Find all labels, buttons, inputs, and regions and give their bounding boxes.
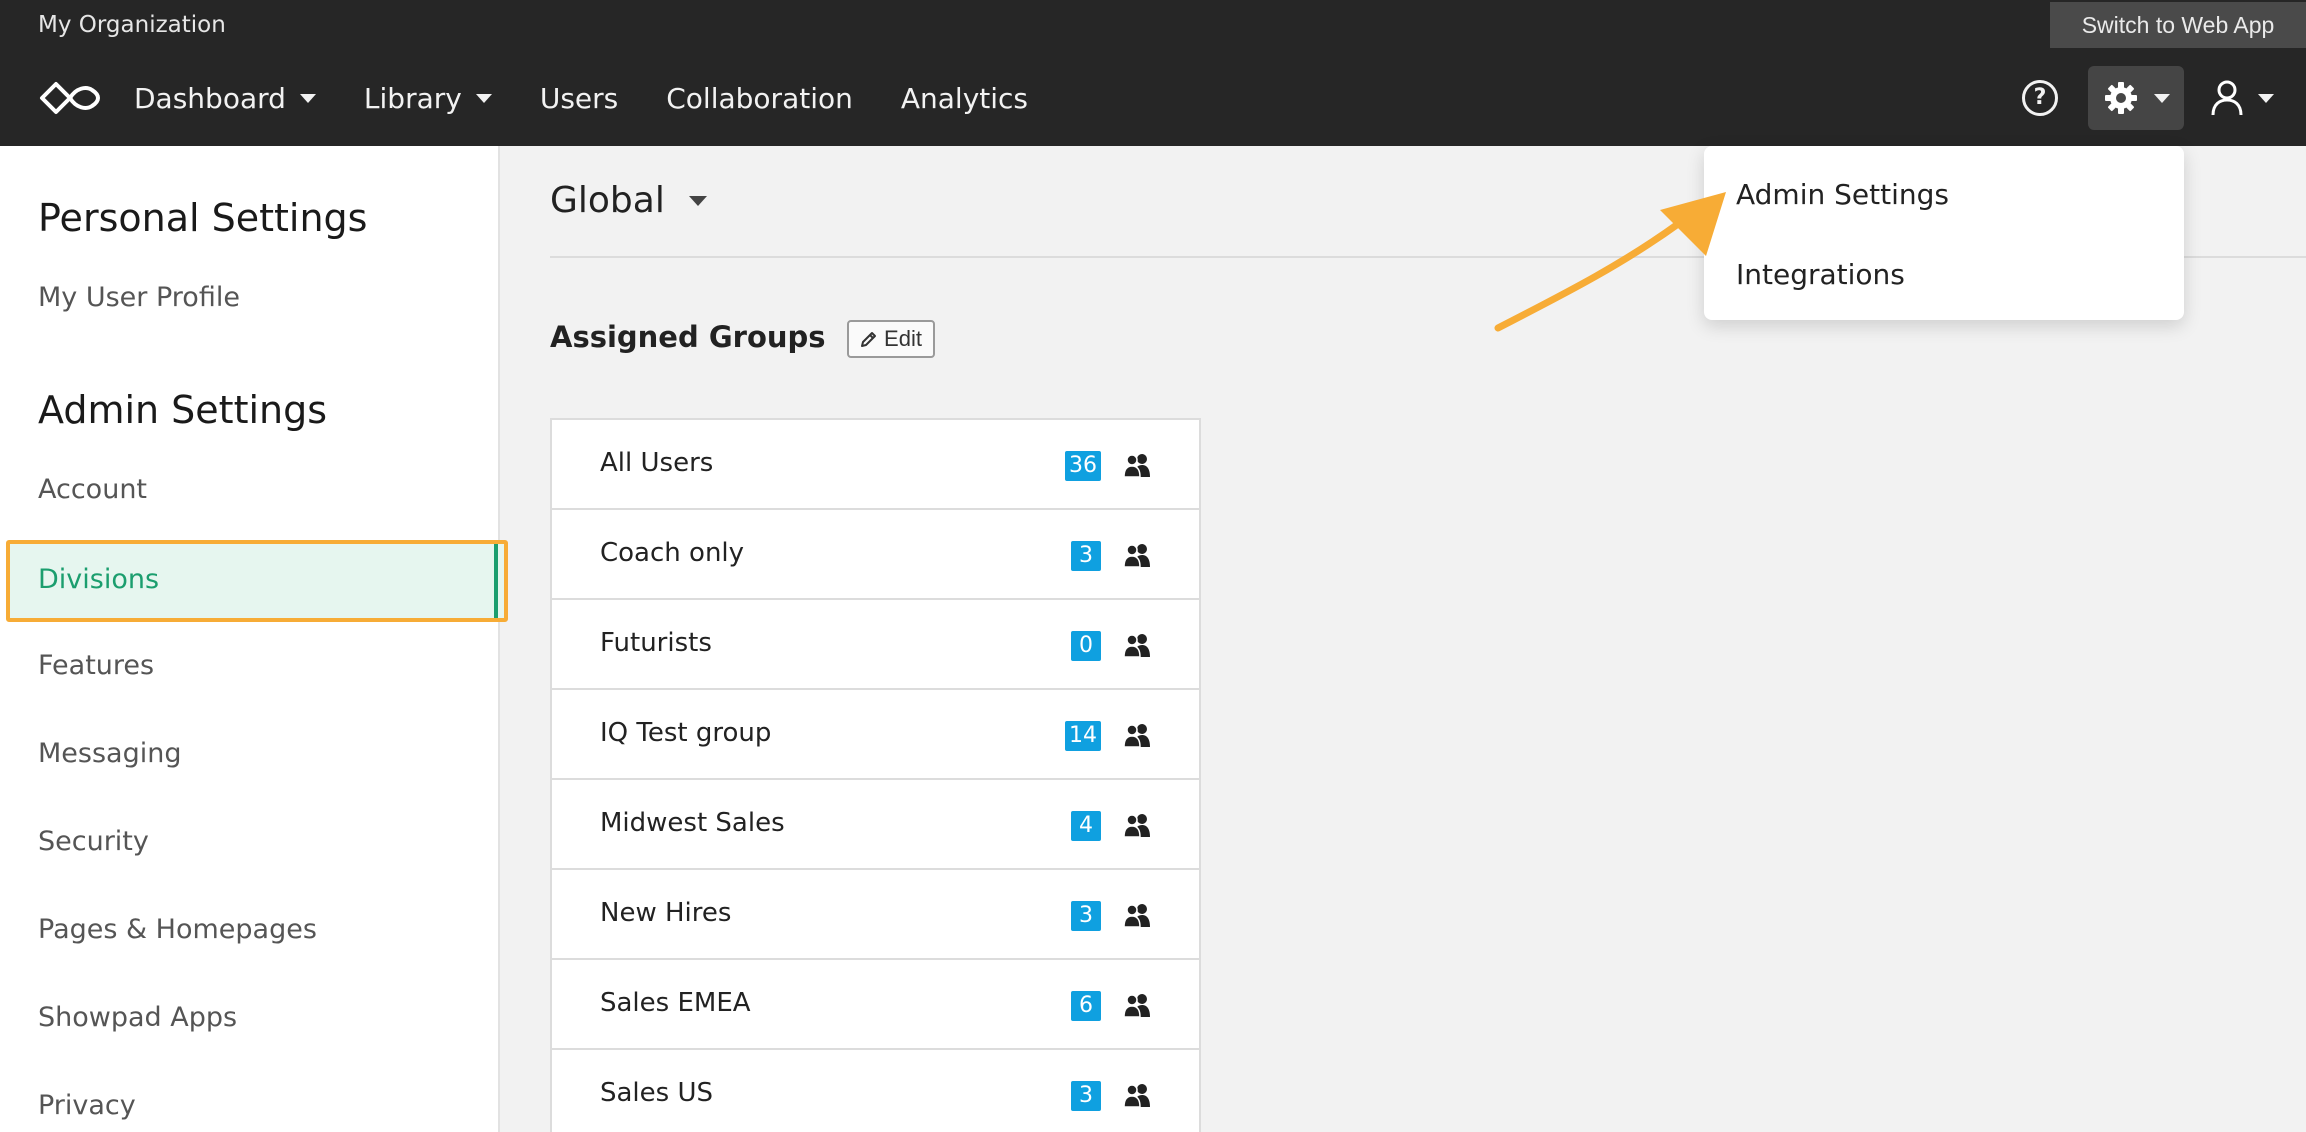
member-count-badge: 3 (1071, 1081, 1101, 1111)
users-icon[interactable] (1123, 992, 1151, 1018)
chevron-down-icon (688, 195, 707, 206)
users-icon[interactable] (1123, 542, 1151, 568)
nav-collaboration-label: Collaboration (666, 81, 853, 115)
list-item[interactable]: Sales US 3 (552, 1050, 1199, 1132)
member-count-badge: 3 (1071, 901, 1101, 931)
chevron-down-icon (2154, 93, 2170, 103)
group-name: Coach only (600, 538, 745, 568)
sidebar-item-pages-homepages[interactable]: Pages & Homepages (38, 914, 317, 945)
group-name: IQ Test group (600, 718, 772, 748)
group-name: New Hires (600, 898, 732, 928)
settings-menu-button[interactable] (2088, 66, 2184, 130)
sidebar-item-showpad-apps[interactable]: Showpad Apps (38, 1002, 237, 1033)
nav-collaboration[interactable]: Collaboration (666, 82, 853, 115)
sidebar-item-features[interactable]: Features (38, 650, 154, 681)
users-icon[interactable] (1123, 722, 1151, 748)
list-item[interactable]: Coach only 3 (552, 510, 1199, 600)
annotation-arrow-icon (1494, 192, 1726, 332)
settings-sidebar: Personal Settings My User Profile Admin … (0, 146, 508, 1132)
help-icon[interactable]: ? (2022, 80, 2058, 116)
group-name: Midwest Sales (600, 808, 785, 838)
switch-to-web-app-button[interactable]: Switch to Web App (2050, 2, 2306, 48)
member-count-badge: 6 (1071, 991, 1101, 1021)
settings-dropdown-menu: Admin Settings Integrations (1704, 146, 2184, 320)
list-item[interactable]: Midwest Sales 4 (552, 780, 1199, 870)
group-name: Sales EMEA (600, 988, 751, 1018)
nav-dashboard[interactable]: Dashboard (134, 82, 316, 115)
list-item[interactable]: Sales EMEA 6 (552, 960, 1199, 1050)
list-item[interactable]: New Hires 3 (552, 870, 1199, 960)
nav-library[interactable]: Library (364, 82, 492, 115)
nav-dashboard-label: Dashboard (134, 81, 286, 115)
sidebar-item-divisions[interactable]: Divisions (6, 540, 508, 622)
chevron-down-icon (299, 93, 316, 103)
list-item[interactable]: Futurists 0 (552, 600, 1199, 690)
personal-settings-heading: Personal Settings (38, 196, 368, 240)
active-indicator (494, 544, 498, 618)
sidebar-item-messaging[interactable]: Messaging (38, 738, 181, 769)
division-title: Global (550, 180, 665, 221)
assigned-groups-heading: Assigned Groups (550, 320, 826, 354)
nav-users-label: Users (539, 81, 619, 115)
users-icon[interactable] (1123, 1082, 1151, 1108)
logo-icon[interactable] (38, 80, 102, 116)
admin-settings-heading: Admin Settings (38, 388, 328, 432)
pencil-icon (861, 332, 877, 347)
sidebar-item-security[interactable]: Security (38, 826, 149, 857)
top-navigation-bar: My Organization Switch to Web App Dashbo… (0, 0, 2306, 146)
group-name: Futurists (600, 628, 712, 658)
sidebar-item-my-user-profile[interactable]: My User Profile (38, 282, 240, 313)
sidebar-item-privacy[interactable]: Privacy (38, 1090, 136, 1121)
list-item[interactable]: IQ Test group 14 (552, 690, 1199, 780)
user-icon (2211, 80, 2243, 116)
menu-item-integrations[interactable]: Integrations (1736, 258, 1905, 291)
main-nav: Dashboard Library Users Collaboration An… (134, 78, 1076, 118)
member-count-badge: 36 (1065, 451, 1101, 481)
assigned-groups-list: All Users 36 Coach only 3 Futurists 0 IQ… (550, 418, 1201, 1132)
member-count-badge: 0 (1071, 631, 1101, 661)
chevron-down-icon (2258, 93, 2274, 103)
chevron-down-icon (475, 93, 492, 103)
list-item[interactable]: All Users 36 (552, 420, 1199, 510)
users-icon[interactable] (1123, 452, 1151, 478)
sidebar-item-label: Divisions (38, 564, 160, 595)
nav-users[interactable]: Users (540, 82, 618, 115)
group-name: All Users (600, 448, 714, 478)
nav-analytics-label: Analytics (900, 81, 1029, 115)
user-menu-button[interactable] (2210, 76, 2280, 120)
group-name: Sales US (600, 1078, 714, 1108)
nav-analytics[interactable]: Analytics (901, 82, 1028, 115)
nav-library-label: Library (363, 81, 462, 115)
member-count-badge: 4 (1071, 811, 1101, 841)
member-count-badge: 14 (1065, 721, 1101, 751)
division-selector[interactable]: Global (550, 180, 707, 221)
gear-icon (2105, 82, 2137, 114)
edit-groups-button[interactable]: Edit (847, 320, 935, 358)
sidebar-item-account[interactable]: Account (38, 474, 147, 505)
member-count-badge: 3 (1071, 541, 1101, 571)
menu-item-admin-settings[interactable]: Admin Settings (1736, 178, 1949, 211)
users-icon[interactable] (1123, 812, 1151, 838)
users-icon[interactable] (1123, 632, 1151, 658)
organization-name: My Organization (38, 12, 226, 38)
users-icon[interactable] (1123, 902, 1151, 928)
edit-label: Edit (884, 326, 922, 351)
